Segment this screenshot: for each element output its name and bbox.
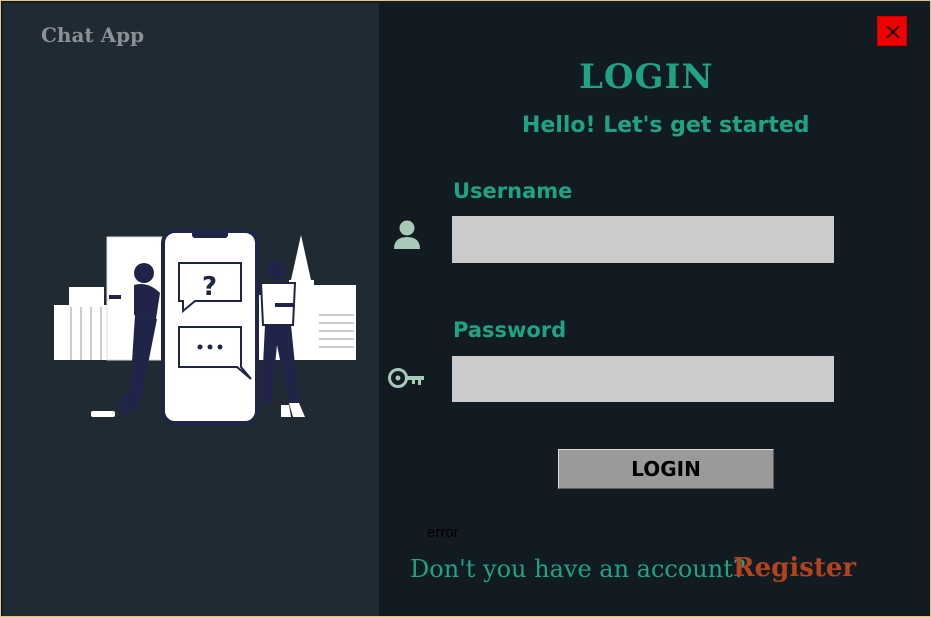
login-subtitle: Hello! Let's get started (522, 113, 810, 138)
error-message: error (427, 524, 459, 541)
close-button[interactable] (877, 16, 907, 46)
close-icon (886, 25, 900, 39)
register-link[interactable]: Register (733, 553, 856, 583)
no-account-text: Don't you have an account? (410, 555, 746, 583)
user-icon (394, 220, 420, 249)
key-icon (388, 368, 424, 388)
login-title: LOGIN (579, 57, 714, 97)
password-label: Password (453, 318, 567, 342)
password-input[interactable] (452, 356, 834, 402)
login-window: Chat App ? LOGIN Hello! Let's get starte… (0, 0, 931, 617)
login-button[interactable]: LOGIN (558, 449, 774, 489)
username-label: Username (453, 179, 573, 203)
chat-illustration: ? (54, 229, 356, 425)
illustration-panel: Chat App ? (3, 3, 379, 616)
app-brand: Chat App (41, 23, 145, 47)
svg-text:?: ? (202, 272, 217, 302)
username-input[interactable] (452, 216, 834, 263)
